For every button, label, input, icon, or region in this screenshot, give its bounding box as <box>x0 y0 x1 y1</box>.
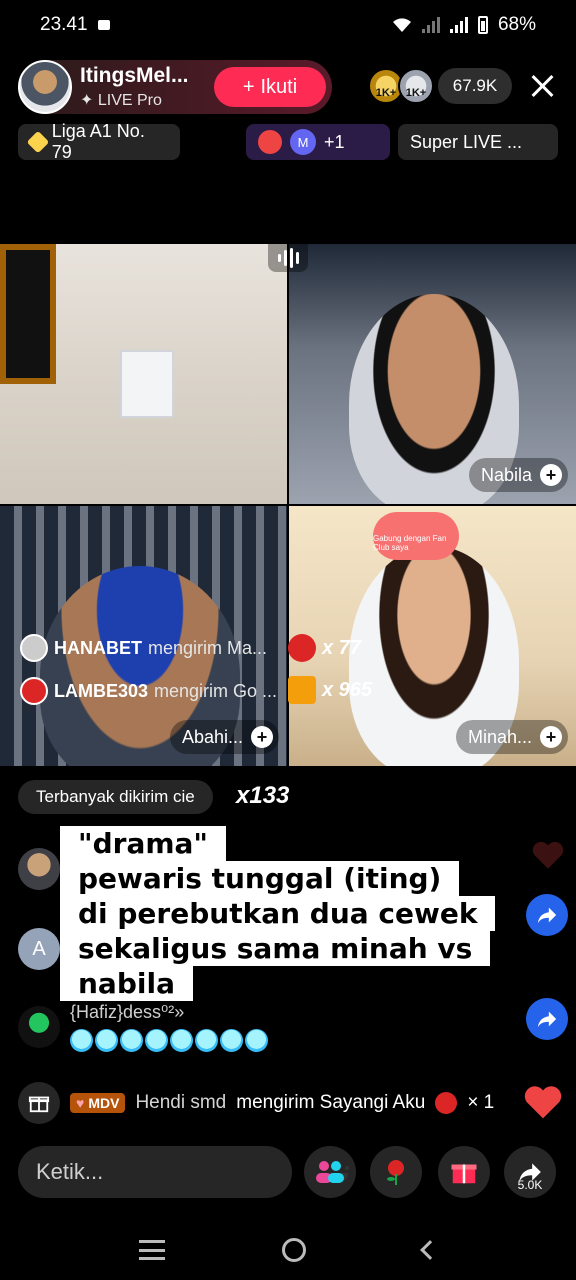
gift-ticker: ♥ MDV Hendi smd mengirim Sayangi Aku × 1 <box>18 1082 562 1124</box>
super-live-chip[interactable]: Super LIVE ... <box>398 124 558 160</box>
share-count: 5.0K <box>517 1178 543 1192</box>
league-rank-chip[interactable]: Liga A1 No. 79 <box>18 121 180 162</box>
comment-item: {Hafiz}dess⁰²» <box>70 1002 268 1052</box>
host-avatar[interactable] <box>18 60 72 114</box>
plus-icon: + <box>242 75 255 98</box>
share-comment-button[interactable] <box>526 894 568 936</box>
host-subtitle: ✦ LIVE Pro <box>80 92 162 109</box>
commenter-avatar[interactable] <box>18 1006 60 1048</box>
gift-apple-icon <box>258 130 282 154</box>
status-bar: 23.41 68% <box>0 0 576 50</box>
guest-tile-nabila[interactable]: Nabila + <box>289 244 576 504</box>
heart-icon <box>524 1086 562 1119</box>
follow-button[interactable]: + Ikuti <box>214 67 326 107</box>
sender-avatar <box>20 677 48 705</box>
multi-guest-button[interactable] <box>304 1146 356 1198</box>
gift-apple-icon <box>435 1092 458 1114</box>
heart-icon <box>532 841 564 869</box>
commenter-avatar[interactable]: A <box>18 928 60 970</box>
guest-name-tag[interactable]: Nabila + <box>468 458 568 492</box>
cold-face-emoji-icon <box>95 1029 118 1052</box>
cold-face-emoji-icon <box>170 1029 193 1052</box>
cold-face-emoji-icon <box>245 1029 268 1052</box>
viewer-panel[interactable]: 1K+ 1K+ 67.9K <box>368 68 512 104</box>
popular-gift-icon <box>288 676 316 704</box>
top-sent-count: x133 <box>236 782 290 809</box>
caption-line: "drama" <box>60 826 226 861</box>
caption-line: nabila <box>60 966 193 1001</box>
commenter-name: {Hafiz}dess⁰²» <box>70 1002 185 1022</box>
ticker-sender: Hendi smd <box>135 1092 227 1113</box>
wall-painting <box>0 244 56 384</box>
gift-count: x 965 <box>288 676 372 704</box>
gift-icon <box>451 1164 477 1184</box>
ticker-count: × 1 <box>467 1092 495 1113</box>
cold-face-emoji-icon <box>195 1029 218 1052</box>
caption-line: di perebutkan dua cewek <box>60 896 496 931</box>
people-icon <box>316 1161 344 1183</box>
commenter-avatar[interactable] <box>18 848 60 890</box>
gift-notification: HANABET mengirim Ma... <box>20 631 267 665</box>
comment-input[interactable] <box>36 1159 324 1185</box>
share-arrow-icon <box>537 1011 557 1028</box>
more-senders-count: +1 <box>324 131 345 152</box>
add-guest-icon[interactable]: + <box>251 726 273 748</box>
rose-icon <box>387 1160 404 1185</box>
camera-indicator-icon <box>97 20 110 30</box>
back-icon[interactable] <box>420 1240 441 1260</box>
battery-level: 68% <box>497 14 536 35</box>
cold-face-emoji-icon <box>145 1029 168 1052</box>
cold-face-emoji-icon <box>70 1029 93 1052</box>
guest-tile[interactable] <box>0 244 287 504</box>
add-guest-icon[interactable]: + <box>540 464 562 486</box>
home-icon[interactable] <box>281 1238 306 1262</box>
share-arrow-icon <box>537 907 557 924</box>
top-viewer-badge[interactable]: 1K+ <box>398 68 434 104</box>
system-navigation-bar <box>0 1220 576 1280</box>
guest-name-tag[interactable]: Abahi... + <box>169 720 279 754</box>
gift-senders-chip[interactable]: M +1 <box>246 124 390 160</box>
host-profile[interactable]: ItingsMel... ✦ LIVE Pro + Ikuti <box>18 60 332 114</box>
diamond-icon <box>26 130 50 154</box>
close-icon[interactable] <box>526 70 558 102</box>
member-badge: ♥ MDV <box>70 1093 126 1113</box>
gift-notification: LAMBE303 mengirim Go ... <box>20 674 277 708</box>
viewer-count[interactable]: 67.9K <box>438 68 512 104</box>
top-sent-chip[interactable]: Terbanyak dikirim cie <box>18 780 213 814</box>
gift-box-icon[interactable] <box>18 1082 60 1124</box>
signal-1-icon <box>421 17 440 33</box>
battery-icon <box>477 16 488 34</box>
wall-poster <box>120 350 174 418</box>
signal-2-icon <box>449 17 468 33</box>
wifi-icon <box>392 18 411 32</box>
ticker-message: mengirim Sayangi Aku <box>236 1092 426 1113</box>
rose-gift-button[interactable] <box>370 1146 422 1198</box>
sender-avatar: M <box>290 129 316 155</box>
audio-wave-icon <box>268 244 308 272</box>
share-comment-button[interactable] <box>526 998 568 1040</box>
cold-face-emoji-icon <box>120 1029 143 1052</box>
host-name: ItingsMel... <box>80 64 189 87</box>
caption-line: sekaligus sama minah vs <box>60 931 491 966</box>
guest-name-tag[interactable]: Minah... + <box>455 720 568 754</box>
comment-emojis <box>70 1029 268 1052</box>
gift-button[interactable] <box>438 1146 490 1198</box>
status-time: 23.41 <box>40 14 88 35</box>
gift-count: x 77 <box>288 634 361 662</box>
recent-apps-icon[interactable] <box>138 1240 165 1260</box>
caption-line: pewaris tunggal (iting) <box>60 861 460 896</box>
rose-gift-icon <box>288 634 316 662</box>
cold-face-emoji-icon <box>220 1029 243 1052</box>
comment-input-bar[interactable] <box>18 1146 348 1198</box>
add-guest-icon[interactable]: + <box>540 726 562 748</box>
caption-overlay: "drama" pewaris tunggal (iting) di pereb… <box>60 826 530 1001</box>
sender-avatar <box>20 634 48 662</box>
fan-club-badge[interactable]: Gabung dengan Fan Club saya <box>373 512 459 560</box>
